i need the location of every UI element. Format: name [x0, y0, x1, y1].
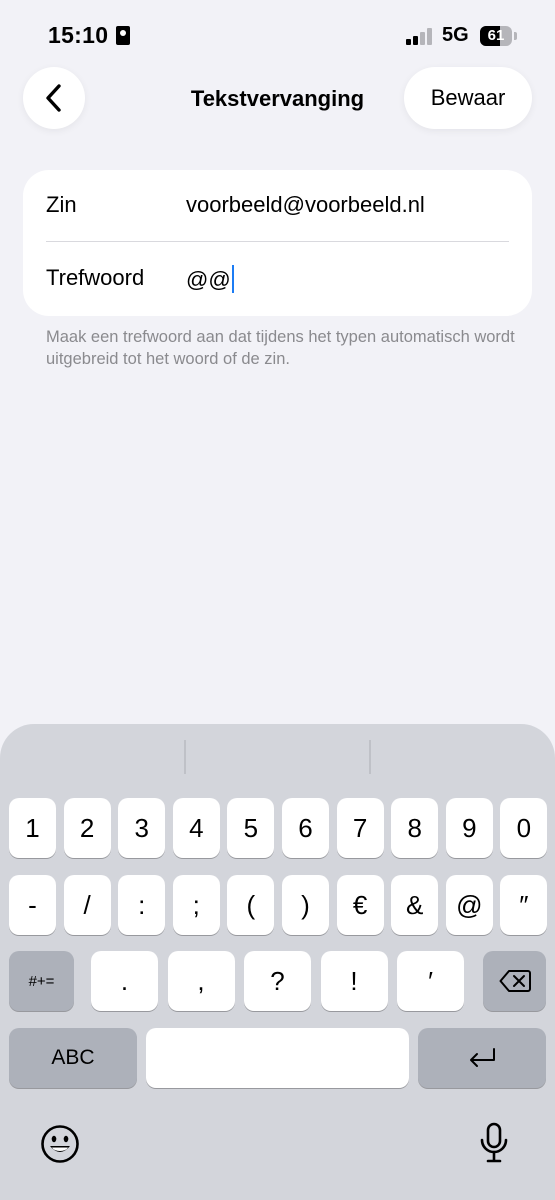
- punctuation-key[interactable]: ′: [397, 951, 464, 1011]
- digit-key[interactable]: 7: [336, 798, 384, 858]
- symbol-key[interactable]: /: [63, 875, 111, 935]
- digit-key[interactable]: 2: [63, 798, 111, 858]
- punctuation-key[interactable]: ?: [244, 951, 311, 1011]
- battery-level: 61: [487, 27, 505, 44]
- symbol-key[interactable]: ): [282, 875, 329, 935]
- return-icon: [470, 1048, 495, 1067]
- phrase-field[interactable]: voorbeeld@voorbeeld.nl: [186, 192, 425, 218]
- battery-tip: [514, 32, 517, 40]
- symbol-key[interactable]: ″: [500, 875, 548, 935]
- abc-key[interactable]: ABC: [9, 1028, 137, 1088]
- status-bar: 15:10 5G 61: [0, 0, 555, 70]
- digit-key[interactable]: 5: [227, 798, 275, 858]
- status-time: 15:10: [48, 22, 109, 48]
- emoji-button[interactable]: [36, 1120, 84, 1168]
- microphone-icon: [480, 1122, 508, 1163]
- text-cursor: [231, 265, 234, 293]
- save-button[interactable]: Bewaar: [404, 67, 532, 129]
- digit-key[interactable]: 3: [118, 798, 166, 858]
- dictation-button[interactable]: [470, 1118, 518, 1168]
- emoji-icon: [41, 1125, 79, 1163]
- battery-icon: 61: [480, 26, 512, 46]
- divider: [46, 241, 509, 242]
- digit-key[interactable]: 0: [500, 798, 548, 858]
- keyboard: 1234567890 - /:;() € & @ ″ #+= .,?! ′ ABC: [0, 724, 555, 1200]
- shortcut-value: @@: [186, 267, 231, 292]
- punctuation-key[interactable]: ,: [167, 951, 235, 1011]
- phrase-label: Zin: [46, 192, 77, 217]
- cellular-signal-icon: [406, 28, 434, 45]
- return-key[interactable]: [418, 1028, 546, 1088]
- digit-key[interactable]: 8: [391, 798, 439, 858]
- symbol-key[interactable]: @: [445, 875, 493, 935]
- shortcut-row[interactable]: Trefwoord @@: [23, 243, 532, 315]
- punctuation-key[interactable]: .: [91, 951, 158, 1011]
- suggestion-divider: [184, 740, 186, 774]
- phrase-row[interactable]: Zin voorbeeld@voorbeeld.nl: [23, 170, 532, 242]
- symbol-key[interactable]: :: [118, 875, 166, 935]
- shortcut-field[interactable]: @@: [186, 265, 234, 293]
- delete-key[interactable]: [483, 951, 546, 1011]
- suggestion-divider: [369, 740, 371, 774]
- digit-key[interactable]: 1: [9, 798, 56, 858]
- digit-key[interactable]: 6: [282, 798, 329, 858]
- symbols-key[interactable]: #+=: [9, 951, 74, 1011]
- digit-key[interactable]: 9: [445, 798, 493, 858]
- network-type: 5G: [442, 24, 469, 46]
- punctuation-key[interactable]: !: [320, 951, 388, 1011]
- symbol-key[interactable]: -: [9, 875, 56, 935]
- space-key[interactable]: [146, 1028, 409, 1088]
- delete-icon: [499, 970, 531, 992]
- footnote: Maak een trefwoord aan dat tijdens het t…: [46, 328, 515, 368]
- contact-card-icon: [116, 26, 130, 45]
- shortcut-label: Trefwoord: [46, 265, 145, 290]
- digit-key[interactable]: 4: [172, 798, 220, 858]
- symbol-key[interactable]: (: [227, 875, 275, 935]
- text-replacement-form: Zin voorbeeld@voorbeeld.nl Trefwoord @@: [23, 170, 532, 316]
- symbol-key[interactable]: ;: [172, 875, 220, 935]
- symbol-key[interactable]: &: [391, 875, 439, 935]
- symbol-key[interactable]: €: [336, 875, 384, 935]
